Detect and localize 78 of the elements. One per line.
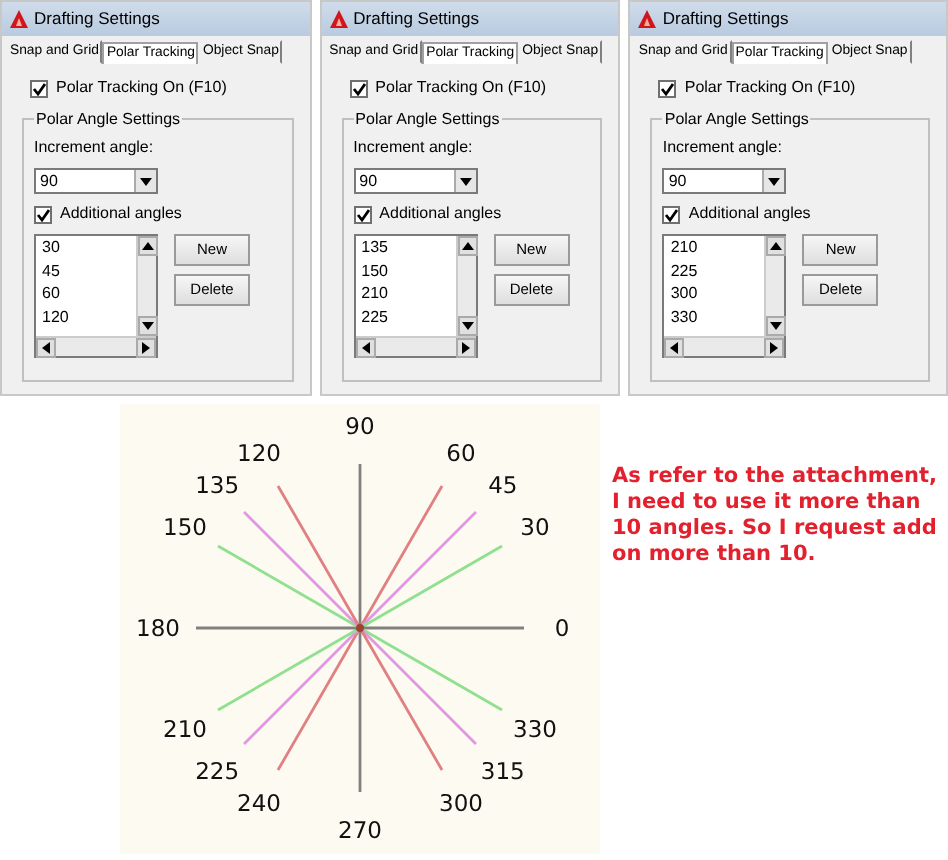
scroll-right-icon[interactable] xyxy=(457,340,474,356)
angle-label: 0 xyxy=(554,614,570,642)
angle-label: 270 xyxy=(338,816,382,844)
angle-label: 330 xyxy=(513,715,557,743)
list-item[interactable]: 45 xyxy=(36,259,136,282)
app-logo-icon xyxy=(10,10,28,28)
angle-label: 240 xyxy=(237,789,281,817)
window-title: Drafting Settings xyxy=(353,6,479,32)
scroll-up-icon[interactable] xyxy=(140,238,156,254)
angle-list[interactable]: 210 225 300 330 xyxy=(662,234,787,358)
checkbox-label: Polar Tracking On (F10) xyxy=(375,76,547,100)
app-logo-icon xyxy=(638,10,657,28)
list-item[interactable]: 150 xyxy=(355,259,456,282)
checked-checkbox[interactable] xyxy=(34,205,52,223)
scroll-right-icon[interactable] xyxy=(766,340,783,356)
angle-label: 30 xyxy=(520,513,550,541)
list-item[interactable]: 225 xyxy=(664,259,765,282)
checked-checkbox[interactable] xyxy=(353,205,372,223)
angle-label: 180 xyxy=(136,614,180,642)
scroll-up-icon[interactable] xyxy=(459,238,476,254)
dropdown-field[interactable]: 90 xyxy=(353,168,478,194)
vertical-scrollbar[interactable] xyxy=(764,236,785,336)
checked-checkbox[interactable] xyxy=(658,79,677,97)
app-logo-icon xyxy=(329,10,348,28)
dropdown-value: 90 xyxy=(40,169,58,193)
scroll-left-icon[interactable] xyxy=(357,340,374,356)
angle-list[interactable]: 135 150 210 225 xyxy=(353,234,478,358)
dropdown-value: 90 xyxy=(668,169,687,193)
list-item[interactable]: 225 xyxy=(355,305,456,328)
checkbox-label: Polar Tracking On (F10) xyxy=(56,76,227,100)
checkbox-label: Additional angles xyxy=(379,202,502,226)
vertical-scrollbar[interactable] xyxy=(136,236,156,336)
list-item[interactable]: 210 xyxy=(664,236,765,259)
angle-label: 60 xyxy=(446,439,476,467)
angle-label: 90 xyxy=(345,412,375,440)
checked-checkbox[interactable] xyxy=(349,79,368,97)
angle-label: 225 xyxy=(195,756,240,785)
checkbox-label: Additional angles xyxy=(688,202,811,226)
window-title: Drafting Settings xyxy=(662,6,789,32)
dropdown-field[interactable]: 90 xyxy=(34,168,158,194)
list-item[interactable]: 330 xyxy=(664,305,765,328)
checkbox-label: Polar Tracking On (F10) xyxy=(684,76,856,100)
field-label: Increment angle: xyxy=(662,136,784,160)
angle-label: 45 xyxy=(488,471,518,500)
checked-checkbox[interactable] xyxy=(662,205,681,223)
angle-label: 135 xyxy=(195,471,240,500)
scroll-up-icon[interactable] xyxy=(768,238,785,254)
dropdown-value: 90 xyxy=(359,169,378,193)
angle-list[interactable]: 30 45 60 120 xyxy=(34,234,158,358)
list-item[interactable]: 210 xyxy=(355,282,456,305)
list-item[interactable]: 135 xyxy=(355,236,456,259)
window-title: Drafting Settings xyxy=(34,6,160,32)
group-title: Polar Angle Settings xyxy=(353,108,502,132)
angle-label: 150 xyxy=(163,513,207,541)
horizontal-scrollbar[interactable] xyxy=(36,336,156,356)
vertical-scrollbar[interactable] xyxy=(455,236,476,336)
checked-checkbox[interactable] xyxy=(30,79,48,97)
note-text: As refer to the attachment, I need to use it more than 10 angles. So I request add on more than 10. xyxy=(612,464,939,569)
scroll-left-icon[interactable] xyxy=(666,340,683,356)
angle-label: 210 xyxy=(163,715,207,743)
dropdown-field[interactable]: 90 xyxy=(662,168,787,194)
angle-label: 300 xyxy=(439,789,483,817)
group-title: Polar Angle Settings xyxy=(662,108,811,132)
angle-label: 120 xyxy=(237,439,281,467)
group-title: Polar Angle Settings xyxy=(34,108,183,132)
horizontal-scrollbar[interactable] xyxy=(355,336,476,356)
field-label: Increment angle: xyxy=(353,136,475,160)
list-item[interactable]: 120 xyxy=(36,305,136,328)
horizontal-scrollbar[interactable] xyxy=(664,336,785,356)
scroll-right-icon[interactable] xyxy=(138,340,154,356)
center-dot xyxy=(356,624,364,632)
checkbox-label: Additional angles xyxy=(60,202,182,226)
list-item[interactable]: 30 xyxy=(36,236,136,259)
list-item[interactable]: 300 xyxy=(664,282,765,305)
angle-label: 315 xyxy=(480,756,525,785)
field-label: Increment angle: xyxy=(34,136,156,160)
list-item[interactable]: 60 xyxy=(36,282,136,305)
scroll-left-icon[interactable] xyxy=(38,340,54,356)
